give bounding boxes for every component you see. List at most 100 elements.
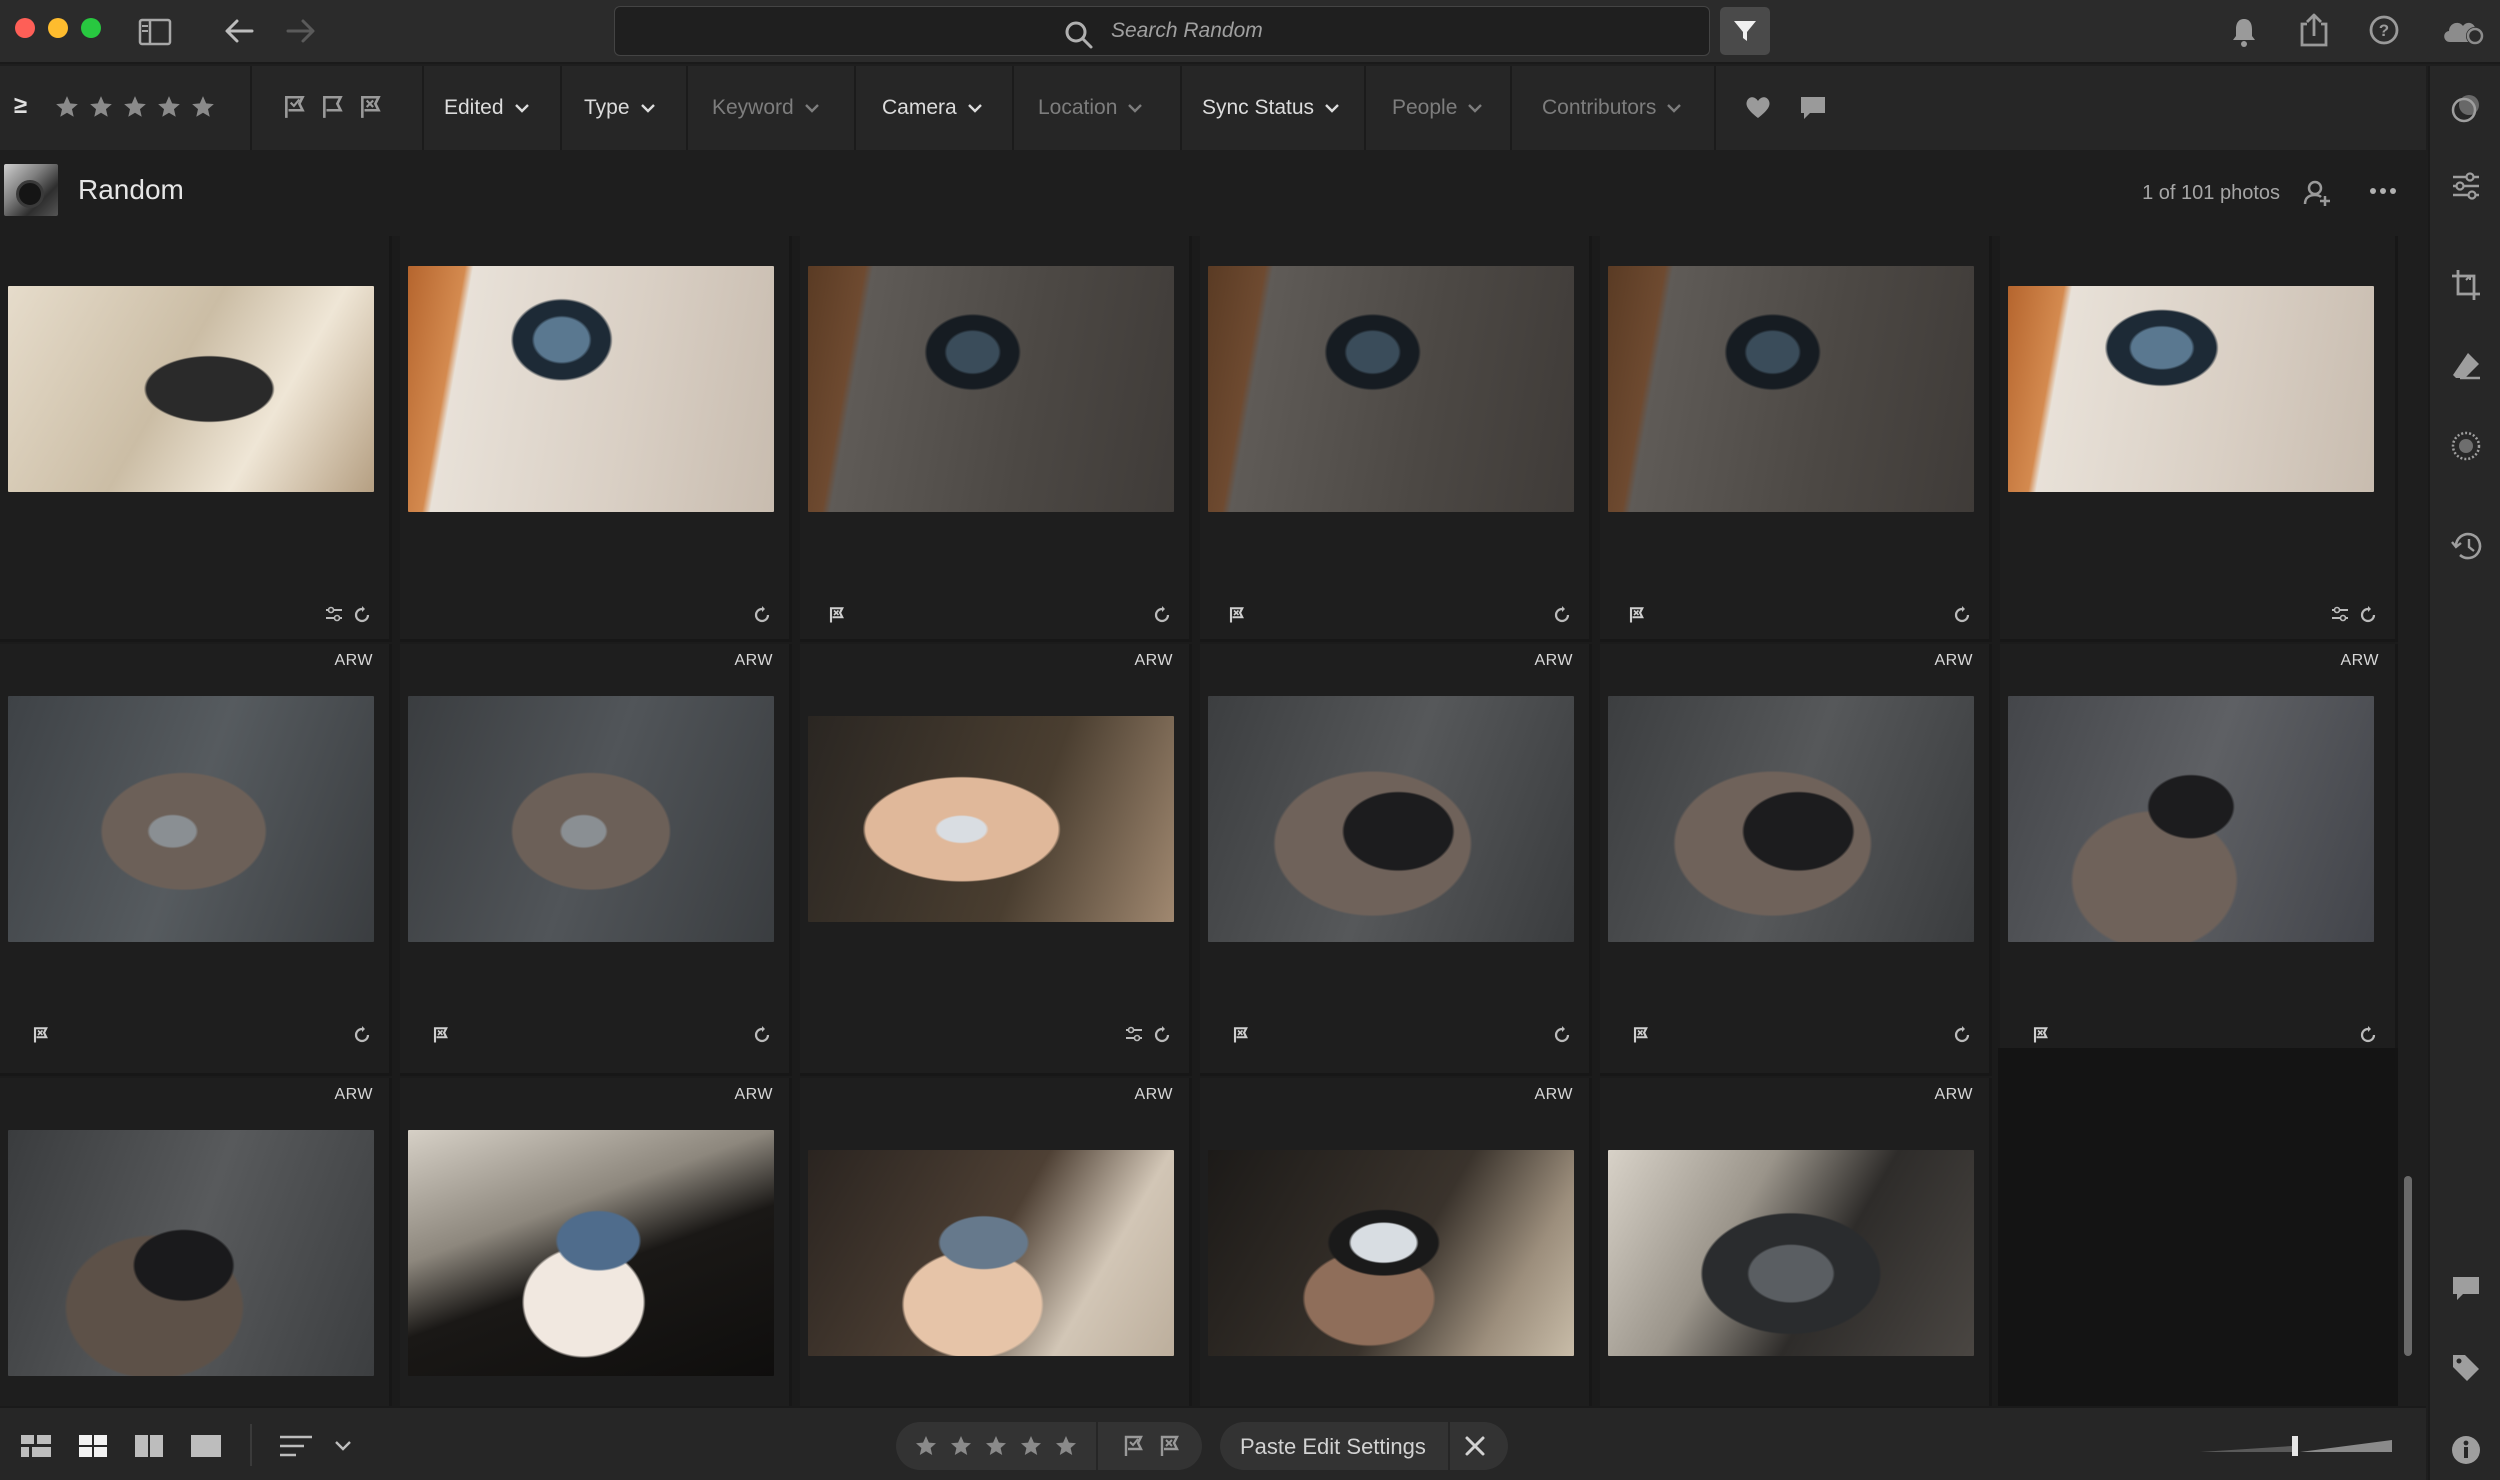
photo-cell[interactable]: ARW	[1600, 1078, 1992, 1406]
sliders-icon[interactable]	[2450, 170, 2482, 202]
pick-flag-icon[interactable]	[1122, 1434, 1146, 1458]
star-icon[interactable]	[949, 1434, 973, 1458]
zoom-window-button[interactable]	[81, 18, 101, 38]
flag-icon	[1629, 607, 1644, 623]
photo-cell[interactable]: ARW	[1600, 644, 1992, 1076]
filter-people: People	[1366, 66, 1512, 150]
photo-thumbnail	[1608, 1150, 1974, 1356]
chevron-down-icon[interactable]	[334, 1440, 352, 1452]
file-format-badge: ARW	[2340, 652, 2379, 669]
star-icon[interactable]	[156, 94, 182, 120]
tag-icon[interactable]	[2450, 1352, 2482, 1384]
close-paste-button[interactable]	[1448, 1422, 1498, 1470]
rating-operator[interactable]: ≥	[14, 92, 27, 120]
filter-button[interactable]	[1720, 7, 1770, 55]
photo-cell[interactable]	[800, 236, 1192, 642]
reject-flag-icon[interactable]	[1158, 1434, 1182, 1458]
filter-type: Type	[562, 66, 688, 150]
photo-cell[interactable]: ARW	[0, 644, 392, 1076]
photo-cell[interactable]: ARW	[800, 1078, 1192, 1406]
file-format-badge: ARW	[334, 1086, 373, 1103]
rejected-flag-icon[interactable]	[358, 94, 384, 120]
photo-thumbnail	[808, 1150, 1174, 1356]
bottom-toolbar: Paste Edit Settings	[0, 1406, 2426, 1480]
photo-cell[interactable]: ARW	[400, 644, 792, 1076]
eraser-icon[interactable]	[2450, 350, 2482, 382]
forward-arrow-icon[interactable]	[284, 16, 318, 46]
star-icon[interactable]	[88, 94, 114, 120]
photo-cell[interactable]: ARW	[1200, 644, 1592, 1076]
photo-cell[interactable]	[0, 236, 392, 642]
chevron-down-icon	[514, 104, 529, 113]
filter-edited-dropdown[interactable]: Edited	[444, 66, 530, 150]
sync-icon	[1554, 1026, 1570, 1043]
title-bar: ?	[0, 0, 2500, 64]
comment-icon[interactable]	[1798, 94, 1828, 122]
thumbnail-size-slider[interactable]	[2196, 1430, 2396, 1460]
file-format-badge: ARW	[1134, 1086, 1173, 1103]
sync-icon	[754, 606, 770, 623]
more-icon[interactable]	[2368, 186, 2398, 196]
photo-cell[interactable]: ARW	[400, 1078, 792, 1406]
compare-view-icon[interactable]	[134, 1434, 164, 1458]
detail-view-icon[interactable]	[190, 1434, 222, 1458]
history-icon[interactable]	[2450, 530, 2484, 562]
photo-thumbnail	[1208, 266, 1574, 512]
filter-type-dropdown[interactable]: Type	[584, 66, 656, 150]
grid-scrollbar[interactable]	[2404, 236, 2418, 1406]
grid-view-icon[interactable]	[78, 1434, 108, 1458]
unflagged-icon[interactable]	[320, 94, 346, 120]
photo-thumbnail	[808, 266, 1174, 512]
crop-icon[interactable]	[2450, 268, 2482, 302]
search-box[interactable]	[614, 6, 1710, 56]
filter-sync-status: Sync Status	[1182, 66, 1366, 150]
minimize-window-button[interactable]	[48, 18, 68, 38]
photo-cell[interactable]	[400, 236, 792, 642]
sidebar-toggle-icon[interactable]	[138, 18, 172, 46]
info-icon[interactable]	[2450, 1434, 2482, 1466]
star-icon[interactable]	[1054, 1434, 1078, 1458]
filter-sync-status-dropdown[interactable]: Sync Status	[1202, 66, 1340, 150]
star-icon[interactable]	[122, 94, 148, 120]
filter-camera-dropdown[interactable]: Camera	[882, 66, 983, 150]
picked-flag-icon[interactable]	[282, 94, 308, 120]
flag-icon	[2033, 1027, 2048, 1043]
star-icon[interactable]	[1019, 1434, 1043, 1458]
sort-icon[interactable]	[278, 1434, 314, 1458]
filter-people-dropdown[interactable]: People	[1392, 66, 1483, 150]
comment-icon[interactable]	[2450, 1274, 2482, 1304]
filter-contributors-dropdown[interactable]: Contributors	[1542, 66, 1682, 150]
sync-icon	[354, 1026, 370, 1043]
add-person-icon[interactable]	[2302, 178, 2332, 208]
filter-keyword-dropdown[interactable]: Keyword	[712, 66, 820, 150]
search-input[interactable]	[1111, 16, 1531, 46]
close-window-button[interactable]	[15, 18, 35, 38]
photo-cell[interactable]: ARW	[800, 644, 1192, 1076]
star-icon[interactable]	[984, 1434, 1008, 1458]
photo-cell[interactable]	[2000, 236, 2398, 642]
filter-edited: Edited	[424, 66, 562, 150]
star-icon[interactable]	[914, 1434, 938, 1458]
photo-cell[interactable]: ARW	[1200, 1078, 1592, 1406]
sync-icon	[2360, 606, 2376, 623]
back-arrow-icon[interactable]	[222, 16, 256, 46]
photo-cell[interactable]	[1200, 236, 1592, 642]
sync-icon	[1154, 606, 1170, 623]
photo-cell[interactable]: ARW	[2000, 644, 2398, 1076]
masking-icon[interactable]	[2450, 430, 2482, 462]
cloud-icon[interactable]	[2440, 14, 2486, 46]
star-icon[interactable]	[190, 94, 216, 120]
search-icon	[1064, 20, 1094, 50]
photo-cell[interactable]: ARW	[0, 1078, 392, 1406]
square-grid-view-icon[interactable]	[20, 1434, 52, 1458]
paste-edit-settings-button[interactable]: Paste Edit Settings	[1240, 1434, 1426, 1460]
heart-icon[interactable]	[1744, 94, 1772, 120]
bell-icon[interactable]	[2230, 16, 2258, 48]
help-icon[interactable]: ?	[2368, 14, 2400, 46]
presets-icon[interactable]	[2450, 92, 2482, 124]
star-icon[interactable]	[54, 94, 80, 120]
photo-cell[interactable]	[1600, 236, 1992, 642]
share-icon[interactable]	[2298, 12, 2330, 48]
filter-location-dropdown[interactable]: Location	[1038, 66, 1143, 150]
scrollbar-thumb[interactable]	[2404, 1176, 2412, 1356]
